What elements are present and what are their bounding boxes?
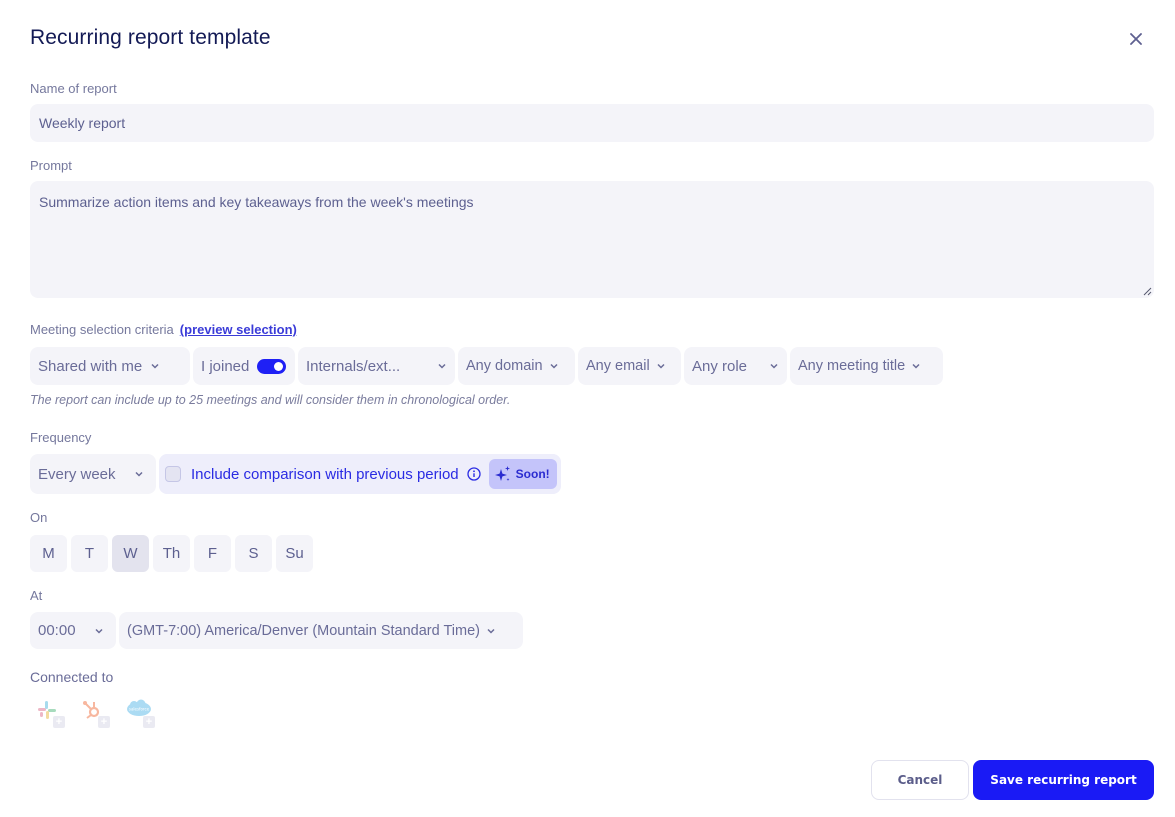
time-dropdown[interactable]: 00:00 [30, 612, 116, 649]
meeting-title-filter-dropdown[interactable]: Any meeting title [790, 347, 943, 385]
timezone-dropdown[interactable]: (GMT-7:00) America/Denver (Mountain Stan… [119, 612, 523, 649]
chevron-down-icon [911, 361, 921, 371]
chevron-down-icon [656, 361, 666, 371]
comparison-checkbox[interactable] [165, 466, 181, 482]
shared-filter-dropdown[interactable]: Shared with me [30, 347, 190, 385]
joined-toggle-chip[interactable]: I joined [193, 347, 295, 385]
at-label: At [30, 588, 43, 603]
on-label: On [30, 510, 48, 525]
sparkles-icon [494, 466, 510, 481]
report-name-input[interactable]: Weekly report [30, 104, 1154, 142]
frequency-value: Every week [38, 465, 116, 483]
preview-selection-link[interactable]: (preview selection) [180, 322, 297, 337]
chevron-down-icon [134, 469, 144, 479]
time-value: 00:00 [38, 622, 76, 639]
meeting-title-filter-value: Any meeting title [798, 358, 906, 374]
role-filter-value: Any role [692, 357, 748, 375]
internals-filter-value: Internals/ext... [306, 357, 401, 375]
chevron-down-icon [549, 361, 559, 371]
comparison-label[interactable]: Include comparison with previous period [191, 466, 459, 483]
resize-handle-icon[interactable] [1142, 286, 1152, 296]
prompt-textarea[interactable]: Summarize action items and key takeaways… [30, 181, 1154, 298]
email-filter-dropdown[interactable]: Any email [578, 347, 681, 385]
add-icon: + [143, 716, 155, 728]
save-recurring-report-button[interactable]: Save recurring report [973, 760, 1154, 800]
svg-text:salesforce: salesforce [129, 707, 150, 712]
comparison-option: Include comparison with previous period … [159, 454, 561, 494]
day-wednesday[interactable]: W [112, 535, 149, 572]
salesforce-integration[interactable]: salesforce + [126, 699, 155, 728]
frequency-label: Frequency [30, 430, 92, 445]
criteria-label: Meeting selection criteria (preview selec… [30, 322, 297, 337]
integrations-list: + + salesforce + [36, 699, 155, 728]
shared-filter-value: Shared with me [38, 357, 143, 375]
prompt-text: Summarize action items and key takeaways… [39, 194, 474, 210]
email-filter-value: Any email [586, 358, 650, 374]
domain-filter-dropdown[interactable]: Any domain [458, 347, 575, 385]
soon-text: Soon! [515, 467, 550, 481]
timezone-value: (GMT-7:00) America/Denver (Mountain Stan… [127, 622, 480, 639]
day-friday[interactable]: F [194, 535, 231, 572]
toggle-knob [274, 361, 284, 371]
connected-label: Connected to [30, 669, 114, 685]
day-monday[interactable]: M [30, 535, 67, 572]
soon-badge: Soon! [488, 459, 557, 489]
criteria-hint: The report can include up to 25 meetings… [30, 393, 511, 407]
chevron-down-icon [94, 626, 104, 636]
internals-filter-dropdown[interactable]: Internals/ext... [298, 347, 455, 385]
day-selector: M T W Th F S Su [30, 535, 313, 572]
cancel-button[interactable]: Cancel [871, 760, 969, 800]
dialog-title: Recurring report template [30, 26, 271, 49]
chevron-down-icon [437, 361, 447, 371]
joined-label: I joined [201, 357, 250, 375]
day-saturday[interactable]: S [235, 535, 272, 572]
info-icon[interactable] [467, 467, 481, 481]
add-icon: + [53, 716, 65, 728]
chevron-down-icon [769, 361, 779, 371]
chevron-down-icon [150, 361, 160, 371]
day-tuesday[interactable]: T [71, 535, 108, 572]
close-icon [1130, 33, 1142, 45]
name-label: Name of report [30, 81, 117, 96]
day-thursday[interactable]: Th [153, 535, 190, 572]
criteria-label-text: Meeting selection criteria [30, 322, 174, 337]
frequency-dropdown[interactable]: Every week [30, 454, 156, 494]
close-button[interactable] [1126, 29, 1146, 49]
day-sunday[interactable]: Su [276, 535, 313, 572]
add-icon: + [98, 716, 110, 728]
prompt-label: Prompt [30, 158, 72, 173]
role-filter-dropdown[interactable]: Any role [684, 347, 787, 385]
domain-filter-value: Any domain [466, 358, 543, 374]
slack-integration[interactable]: + [36, 699, 65, 728]
chevron-down-icon [486, 626, 496, 636]
joined-toggle[interactable] [257, 358, 287, 374]
hubspot-integration[interactable]: + [81, 699, 110, 728]
